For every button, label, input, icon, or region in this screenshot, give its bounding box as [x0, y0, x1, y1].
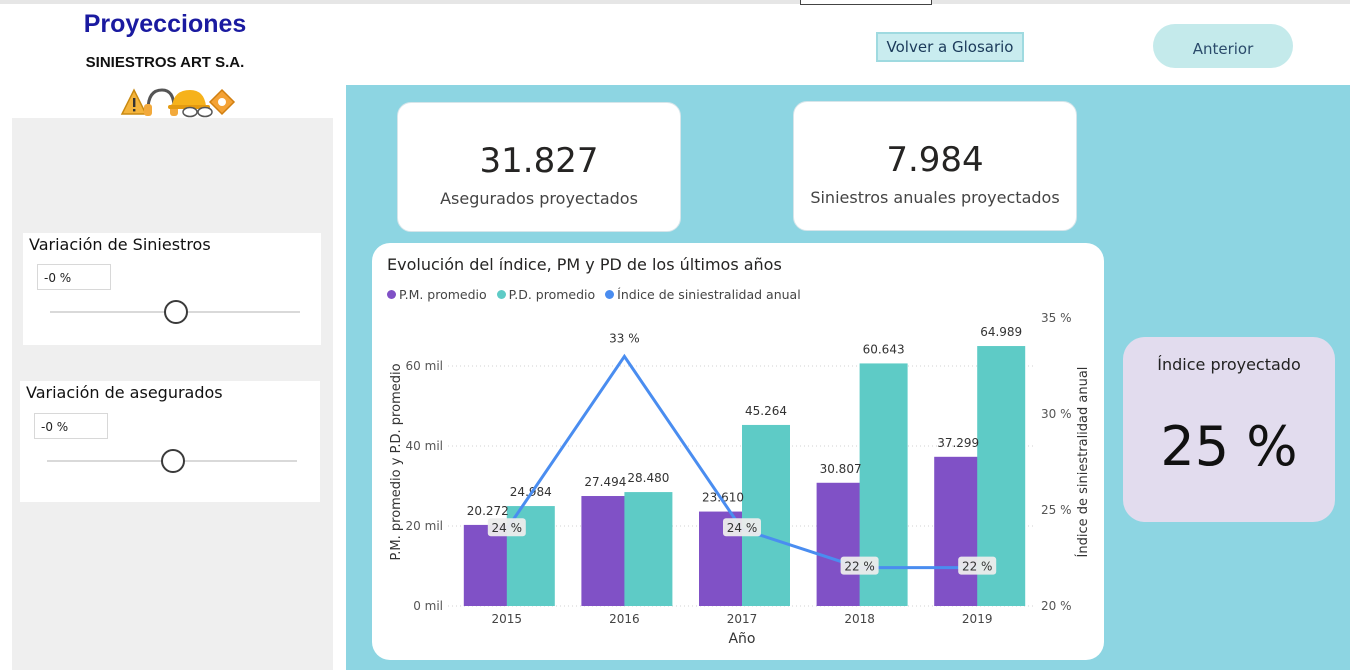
window-top-border [0, 0, 1350, 4]
chart-title: Evolución del índice, PM y PD de los últ… [387, 255, 782, 274]
legend-item-indice[interactable]: Índice de siniestralidad anual [605, 287, 801, 302]
safety-logo [120, 88, 236, 118]
indice-proyectado-label: Índice proyectado [1157, 355, 1301, 374]
back-to-glossary-button[interactable]: Volver a Glosario [876, 32, 1024, 62]
legend-item-pd[interactable]: P.D. promedio [496, 287, 596, 302]
chart-legend: P.M. promedio P.D. promedio Índice de si… [387, 287, 807, 302]
warning-sign-icon [120, 88, 148, 115]
evolution-chart-card [372, 243, 1104, 660]
asegurados-slicer: Variación de asegurados -0 % [20, 381, 320, 502]
indice-proyectado-value: 25 % [1160, 415, 1298, 478]
asegurados-kpi-value: 31.827 [479, 141, 599, 181]
legend-dot-pm [387, 290, 396, 299]
legend-label-pm: P.M. promedio [399, 287, 487, 302]
siniestros-kpi-card: 7.984 Siniestros anuales proyectados [793, 101, 1077, 231]
legend-dot-pd [496, 290, 506, 299]
page-title: Proyecciones [83, 10, 247, 38]
legend-item-pm[interactable]: P.M. promedio [387, 287, 487, 302]
siniestros-kpi-value: 7.984 [886, 140, 984, 180]
asegurados-slicer-label: Variación de asegurados [26, 383, 223, 402]
siniestros-slicer-label: Variación de Siniestros [29, 235, 211, 254]
siniestros-slider-thumb[interactable] [164, 300, 188, 324]
legend-dot-indice [605, 290, 615, 299]
siniestros-value-input[interactable]: -0 % [37, 264, 111, 290]
legend-label-indice: Índice de siniestralidad anual [617, 287, 801, 302]
asegurados-value-input[interactable]: -0 % [34, 413, 108, 439]
asegurados-kpi-card: 31.827 Asegurados proyectados [397, 102, 681, 232]
company-name: SINIESTROS ART S.A. [85, 54, 245, 71]
siniestros-slicer: Variación de Siniestros -0 % [23, 233, 321, 345]
indice-proyectado-card: Índice proyectado 25 % [1123, 337, 1335, 522]
focus-mode-handle[interactable] [800, 0, 932, 5]
asegurados-slider-thumb[interactable] [161, 449, 185, 473]
hard-hat-icon [168, 90, 210, 109]
hazard-sign-icon [208, 88, 236, 116]
siniestros-kpi-label: Siniestros anuales proyectados [810, 188, 1060, 207]
legend-label-pd: P.D. promedio [508, 287, 596, 302]
previous-page-button[interactable]: Anterior [1153, 24, 1293, 68]
asegurados-kpi-label: Asegurados proyectados [440, 189, 638, 208]
